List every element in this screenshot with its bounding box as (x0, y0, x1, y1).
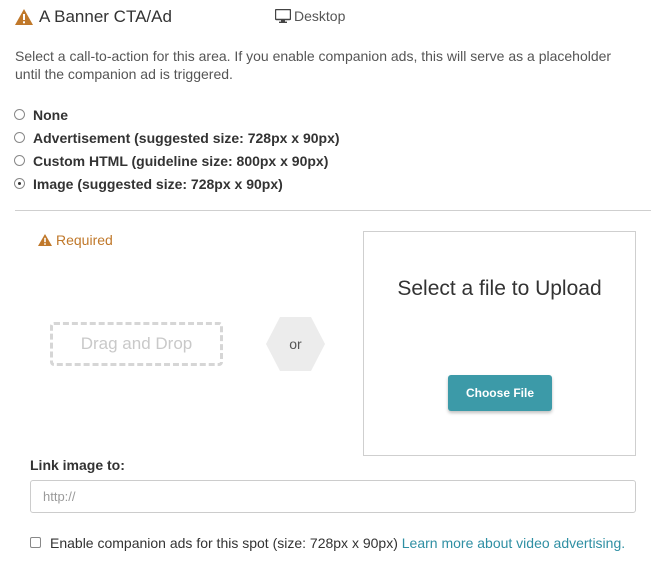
radio-label: Custom HTML (guideline size: 800px x 90p… (33, 152, 329, 169)
radio-button[interactable] (14, 132, 25, 143)
required-label: Required (56, 232, 113, 248)
companion-ads-option: Enable companion ads for this spot (size… (30, 534, 630, 552)
radio-label: Advertisement (suggested size: 728px x 9… (33, 129, 340, 146)
required-indicator: Required (38, 232, 113, 248)
radio-button[interactable] (14, 109, 25, 120)
learn-more-link[interactable]: Learn more about video advertising. (402, 535, 625, 551)
or-label: or (289, 336, 302, 352)
drag-and-drop-zone[interactable]: Drag and Drop (50, 322, 223, 366)
radio-button[interactable] (14, 155, 25, 166)
warning-triangle-icon (15, 9, 33, 25)
companion-ads-text: Enable companion ads for this spot (size… (50, 535, 398, 551)
device-indicator: Desktop (275, 8, 345, 24)
cta-option-none[interactable]: None (14, 103, 340, 126)
section-header: A Banner CTA/Ad (15, 6, 172, 28)
section-divider (15, 210, 651, 211)
upload-title: Select a file to Upload (397, 277, 602, 300)
link-image-label: Link image to: (30, 457, 125, 473)
cta-option-advertisement[interactable]: Advertisement (suggested size: 728px x 9… (14, 126, 340, 149)
file-upload-panel: Select a file to Upload Choose File (363, 231, 636, 456)
companion-ads-label: Enable companion ads for this spot (size… (50, 534, 625, 552)
radio-label: None (33, 106, 68, 123)
link-url-input[interactable] (30, 480, 636, 513)
device-label: Desktop (294, 8, 346, 24)
radio-label: Image (suggested size: 728px x 90px) (33, 175, 283, 192)
desktop-monitor-icon (275, 9, 291, 23)
cta-radio-group: None Advertisement (suggested size: 728p… (14, 103, 340, 195)
cta-option-custom-html[interactable]: Custom HTML (guideline size: 800px x 90p… (14, 149, 340, 172)
cta-option-image[interactable]: Image (suggested size: 728px x 90px) (14, 172, 340, 195)
choose-file-button[interactable]: Choose File (448, 375, 552, 411)
section-description: Select a call-to-action for this area. I… (15, 48, 612, 82)
page-title: A Banner CTA/Ad (39, 7, 172, 26)
companion-ads-checkbox[interactable] (30, 537, 41, 548)
radio-button-selected[interactable] (14, 178, 25, 189)
warning-triangle-icon (38, 234, 52, 246)
